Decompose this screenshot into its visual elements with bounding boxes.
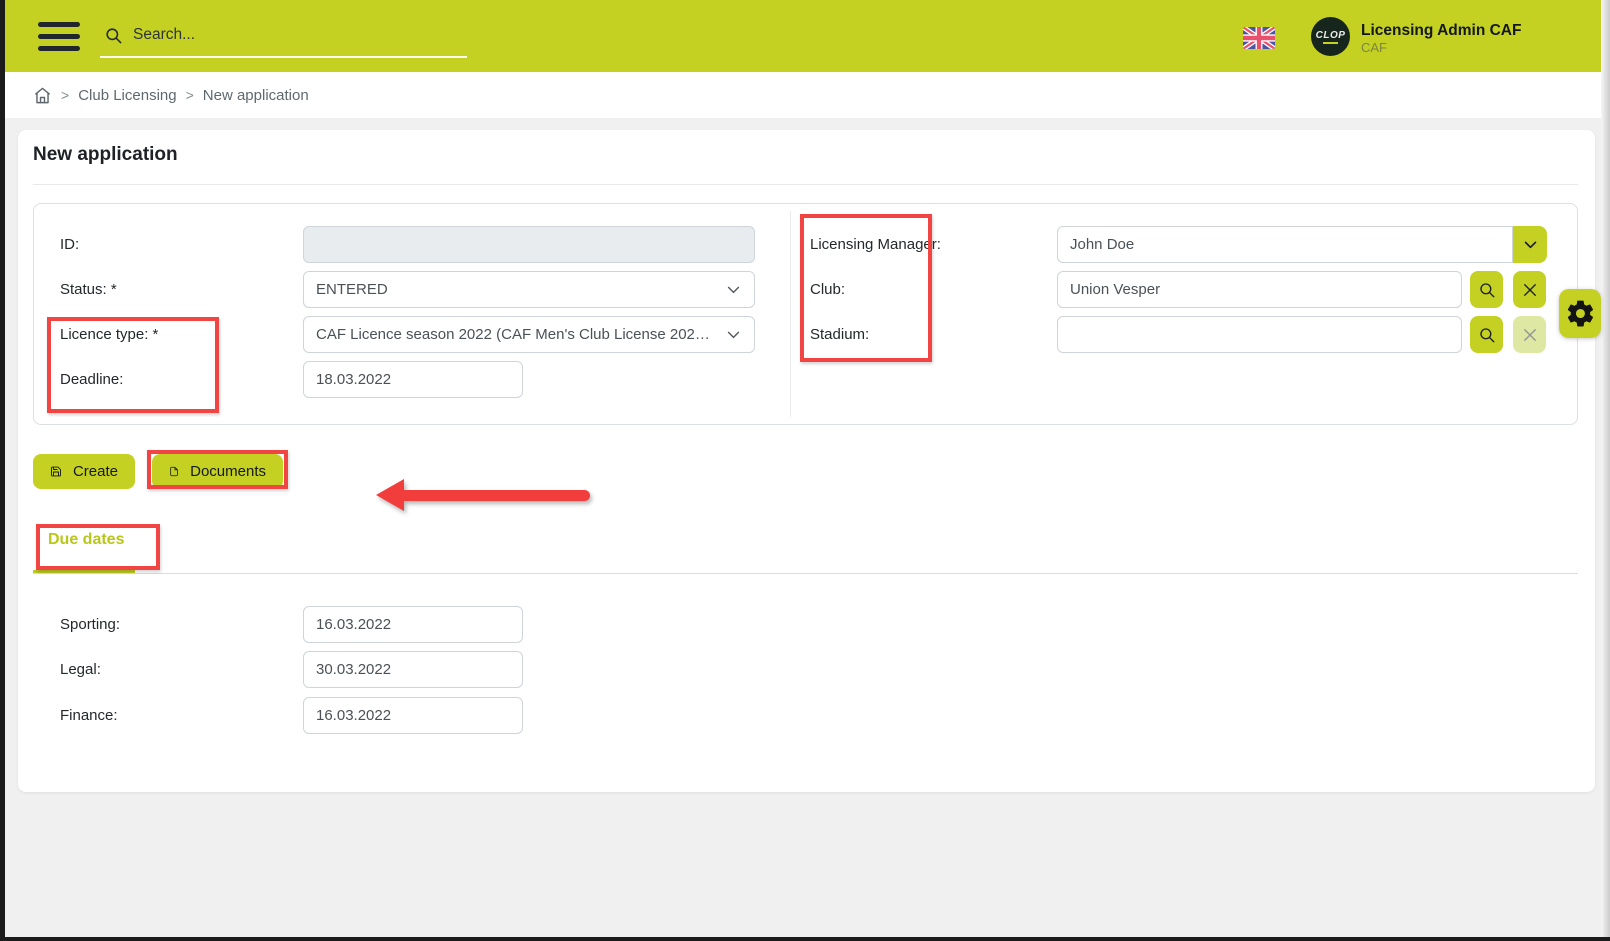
menu-hamburger-icon[interactable] [38, 22, 80, 51]
stadium-search-button[interactable] [1470, 316, 1503, 353]
annotation-arrow-left [376, 478, 590, 512]
save-icon [50, 463, 62, 480]
chevron-down-icon [725, 326, 742, 343]
sporting-date-input[interactable] [303, 606, 523, 643]
gear-icon [1565, 298, 1596, 329]
title-divider [33, 184, 1578, 185]
status-label: Status: * [60, 271, 117, 308]
licensing-manager-expand-button[interactable] [1513, 226, 1547, 263]
club-clear-button[interactable] [1513, 271, 1546, 308]
club-input[interactable] [1057, 271, 1462, 308]
scrollbar[interactable] [1601, 0, 1610, 937]
tab-bar-line [33, 573, 1578, 574]
stadium-clear-button [1513, 316, 1546, 353]
sporting-label: Sporting: [60, 606, 120, 643]
id-label: ID: [60, 226, 79, 263]
breadcrumb-separator: > [61, 87, 69, 103]
licence-type-select[interactable]: CAF Licence season 2022 (CAF Men's Club … [303, 316, 755, 353]
search-input[interactable] [133, 26, 463, 44]
id-field [303, 226, 755, 263]
finance-date-input[interactable] [303, 697, 523, 734]
chevron-down-icon [1522, 236, 1539, 253]
annotation-box-documents-button [147, 450, 288, 489]
club-search-button[interactable] [1470, 271, 1503, 308]
search-icon [1478, 281, 1496, 299]
panel-column-divider [790, 211, 791, 417]
create-button[interactable]: Create [33, 454, 135, 489]
annotation-box-due-dates-tab [36, 524, 160, 570]
status-select[interactable]: ENTERED [303, 271, 755, 308]
logo-text: CLOP [1316, 30, 1346, 41]
x-icon [1521, 326, 1539, 344]
licensing-manager-input[interactable] [1057, 226, 1513, 263]
search-icon [1478, 326, 1496, 344]
user-menu[interactable]: Licensing Admin CAF CAF [1361, 21, 1521, 56]
window-edge-bottom [0, 937, 1610, 941]
user-name: Licensing Admin CAF [1361, 21, 1521, 40]
clop-logo[interactable]: CLOP [1311, 17, 1350, 56]
page-title: New application [33, 144, 178, 166]
uk-flag-icon[interactable] [1243, 27, 1275, 49]
breadcrumb-separator: > [186, 87, 194, 103]
annotation-box-licence-type-deadline [47, 317, 219, 413]
x-icon [1521, 281, 1539, 299]
user-org: CAF [1361, 40, 1521, 56]
header-search[interactable] [100, 14, 467, 58]
stadium-input[interactable] [1057, 316, 1462, 353]
breadcrumb-new-application: New application [203, 87, 309, 104]
search-icon [104, 26, 123, 45]
legal-label: Legal: [60, 651, 101, 688]
finance-label: Finance: [60, 697, 118, 734]
breadcrumb-club-licensing[interactable]: Club Licensing [78, 87, 176, 104]
settings-gear-button[interactable] [1559, 289, 1601, 338]
annotation-box-right-labels [800, 214, 932, 362]
home-icon[interactable] [33, 86, 52, 105]
chevron-down-icon [725, 281, 742, 298]
legal-date-input[interactable] [303, 651, 523, 688]
breadcrumb: > Club Licensing > New application [33, 72, 309, 118]
deadline-input[interactable] [303, 361, 523, 398]
